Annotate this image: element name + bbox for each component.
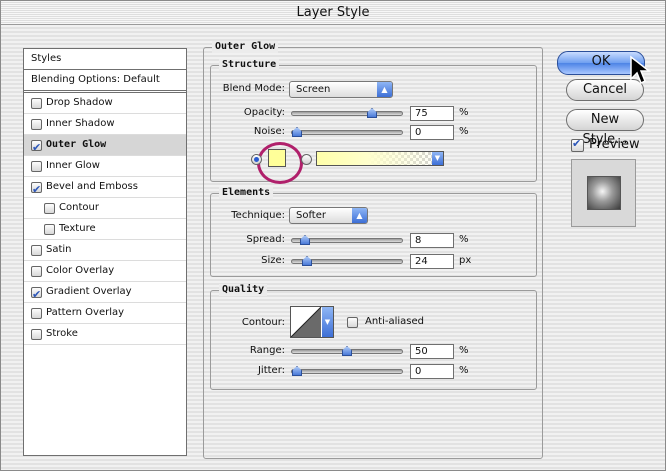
noise-unit: %	[459, 126, 469, 137]
layer-style-dialog: Layer Style Styles Blending Options: Def…	[0, 0, 666, 471]
style-item-inner-glow[interactable]: Inner Glow	[24, 156, 186, 177]
style-item-outer-glow[interactable]: Outer Glow	[24, 135, 186, 158]
contour-arrow-icon: ▼	[322, 307, 333, 337]
outer-glow-title: Outer Glow	[212, 41, 279, 53]
style-item-color-overlay[interactable]: Color Overlay	[24, 261, 186, 282]
opacity-unit: %	[459, 107, 469, 118]
noise-label: Noise:	[253, 126, 285, 137]
contour-curve-icon	[291, 307, 322, 337]
glow-color-swatch[interactable]	[268, 149, 286, 167]
style-item-checkbox[interactable]	[44, 202, 55, 214]
style-item-checkbox[interactable]	[31, 160, 42, 172]
style-item-checkbox[interactable]	[31, 244, 42, 256]
noise-input[interactable]: 0	[410, 125, 454, 140]
blending-options-item[interactable]: Blending Options: Default	[24, 70, 186, 93]
size-input[interactable]: 24	[410, 254, 454, 269]
technique-value: Softer	[296, 210, 326, 221]
jitter-slider[interactable]	[291, 366, 403, 376]
style-preview	[571, 159, 636, 227]
style-item-satin[interactable]: Satin	[24, 240, 186, 261]
style-item-label: Color Overlay	[46, 265, 115, 276]
style-item-checkbox[interactable]	[31, 328, 42, 340]
style-item-checkbox[interactable]	[44, 223, 55, 235]
gradient-picker[interactable]: ▼	[316, 151, 444, 166]
preview-checkbox[interactable]	[571, 137, 584, 152]
style-item-checkbox[interactable]	[31, 285, 42, 305]
size-unit: px	[459, 255, 472, 266]
style-item-label: Satin	[46, 244, 72, 255]
opacity-input[interactable]: 75	[410, 106, 454, 121]
style-item-checkbox[interactable]	[31, 118, 42, 130]
style-item-label: Outer Glow	[46, 139, 107, 150]
contour-label: Contour:	[241, 317, 285, 328]
spread-unit: %	[459, 234, 469, 245]
technique-label: Technique:	[231, 210, 285, 221]
jitter-input[interactable]: 0	[410, 364, 454, 379]
style-item-texture[interactable]: Texture	[24, 219, 186, 240]
elements-title: Elements	[219, 187, 274, 199]
solid-color-radio[interactable]	[251, 154, 262, 165]
size-slider[interactable]	[291, 256, 403, 266]
range-slider[interactable]	[291, 346, 403, 356]
blend-mode-label: Blend Mode:	[222, 83, 285, 94]
style-item-bevel-and-emboss[interactable]: Bevel and Emboss	[24, 177, 186, 200]
spread-label: Spread:	[246, 234, 285, 245]
anti-aliased-checkbox[interactable]	[347, 317, 358, 328]
contour-picker[interactable]: ▼	[290, 306, 334, 338]
technique-select[interactable]: Softer ▲︎	[289, 207, 368, 224]
opacity-slider[interactable]	[291, 108, 403, 118]
style-item-checkbox[interactable]	[31, 265, 42, 277]
style-item-label: Contour	[59, 202, 99, 213]
style-item-checkbox[interactable]	[31, 307, 42, 319]
range-unit: %	[459, 345, 469, 356]
spread-input[interactable]: 8	[410, 233, 454, 248]
size-label: Size:	[261, 255, 285, 266]
gradient-arrow-icon: ▼	[432, 152, 443, 165]
style-item-checkbox[interactable]	[31, 97, 42, 109]
style-item-checkbox[interactable]	[31, 138, 42, 158]
technique-arrow-icon: ▲︎	[352, 208, 367, 223]
noise-slider[interactable]	[291, 127, 403, 137]
new-style-button[interactable]: New Style...	[566, 109, 644, 147]
jitter-label: Jitter:	[257, 365, 285, 376]
range-label: Range:	[249, 345, 285, 356]
style-item-checkbox[interactable]	[31, 180, 42, 200]
style-item-label: Pattern Overlay	[46, 307, 125, 318]
style-item-contour[interactable]: Contour	[24, 198, 186, 219]
style-item-inner-shadow[interactable]: Inner Shadow	[24, 114, 186, 135]
gradient-radio[interactable]	[301, 154, 312, 165]
jitter-unit: %	[459, 365, 469, 376]
style-item-pattern-overlay[interactable]: Pattern Overlay	[24, 303, 186, 324]
structure-title: Structure	[219, 59, 280, 71]
preview-thumbnail	[587, 176, 621, 210]
styles-list: Styles Blending Options: Default Drop Sh…	[23, 48, 187, 456]
range-input[interactable]: 50	[410, 344, 454, 359]
style-item-label: Drop Shadow	[46, 97, 113, 108]
style-item-stroke[interactable]: Stroke	[24, 324, 186, 345]
style-item-label: Stroke	[46, 328, 78, 339]
style-item-drop-shadow[interactable]: Drop Shadow	[24, 93, 186, 114]
anti-aliased-label[interactable]: Anti-aliased	[365, 316, 424, 327]
opacity-label: Opacity:	[243, 107, 285, 118]
quality-title: Quality	[219, 284, 268, 296]
window-title: Layer Style	[1, 1, 665, 25]
style-item-gradient-overlay[interactable]: Gradient Overlay	[24, 282, 186, 305]
mouse-cursor-icon	[630, 55, 652, 85]
style-item-label: Texture	[59, 223, 96, 234]
blend-mode-value: Screen	[296, 84, 331, 95]
spread-slider[interactable]	[291, 235, 403, 245]
preview-label[interactable]: Preview	[589, 137, 640, 152]
style-item-label: Bevel and Emboss	[46, 181, 138, 192]
blend-mode-arrow-icon: ▲︎	[377, 82, 392, 97]
style-item-label: Inner Glow	[46, 160, 100, 171]
style-item-label: Gradient Overlay	[46, 286, 132, 297]
blend-mode-select[interactable]: Screen ▲︎	[289, 81, 393, 98]
styles-list-header[interactable]: Styles	[24, 49, 186, 70]
style-item-label: Inner Shadow	[46, 118, 115, 129]
